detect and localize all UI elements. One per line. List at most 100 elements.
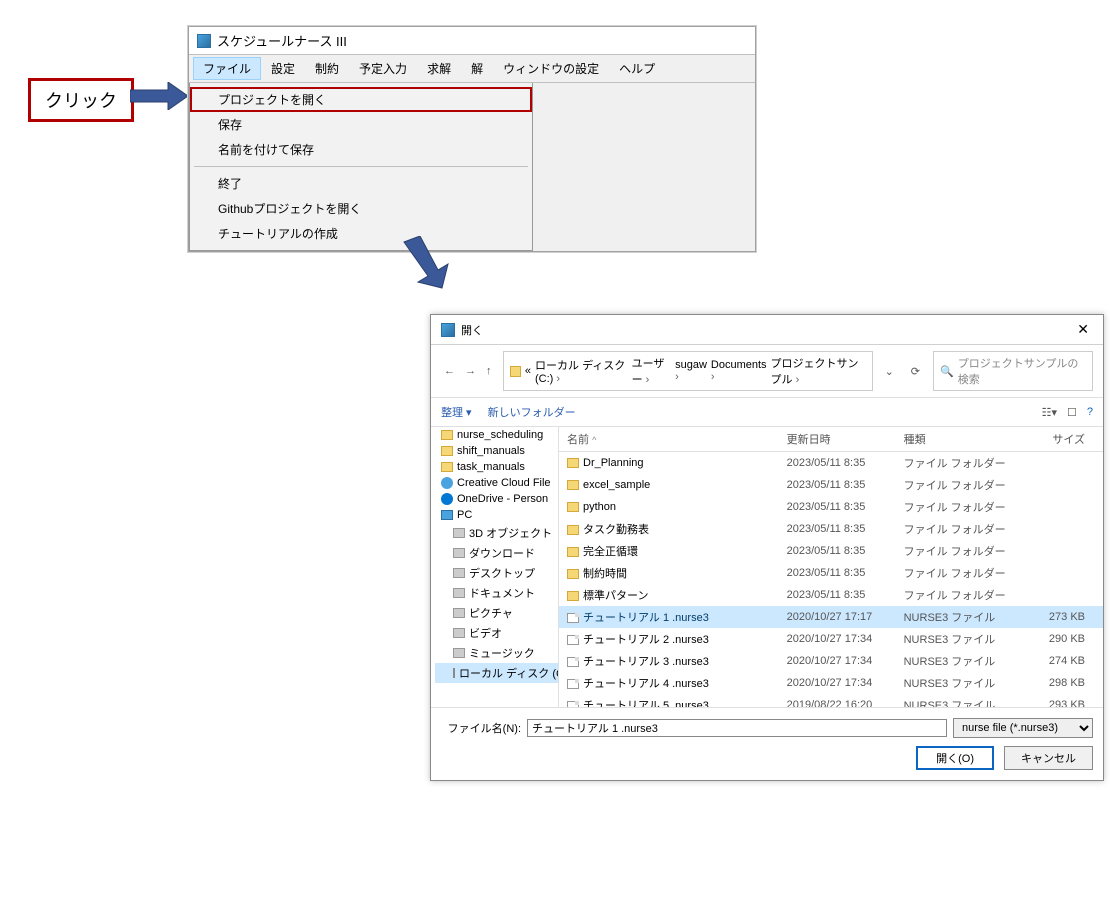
file-row[interactable]: python2023/05/11 8:35ファイル フォルダー <box>559 496 1103 518</box>
file-row[interactable]: タスク勤務表2023/05/11 8:35ファイル フォルダー <box>559 518 1103 540</box>
file-row[interactable]: 制約時間2023/05/11 8:35ファイル フォルダー <box>559 562 1103 584</box>
generic-icon <box>453 648 465 658</box>
col-size[interactable]: サイズ <box>1032 427 1104 452</box>
file-open-dialog: 開く ✕ ← → ↑ « ローカル ディスク (C:) ユーザー sugaw D… <box>430 314 1104 781</box>
sidebar-item-label: PC <box>457 509 472 521</box>
sidebar-item[interactable]: OneDrive - Person <box>435 491 558 507</box>
file-row[interactable]: excel_sample2023/05/11 8:35ファイル フォルダー <box>559 474 1103 496</box>
dialog-icon <box>441 323 455 337</box>
menu-exit[interactable]: 終了 <box>190 171 532 196</box>
app-title: スケジュールナース III <box>217 31 347 50</box>
menu-save[interactable]: 保存 <box>190 112 532 137</box>
folder-icon <box>567 591 579 601</box>
file-row[interactable]: チュートリアル 4 .nurse32020/10/27 17:34NURSE3 … <box>559 672 1103 694</box>
menu-save-as[interactable]: 名前を付けて保存 <box>190 137 532 162</box>
breadcrumb-item[interactable]: Documents <box>711 359 767 383</box>
col-type[interactable]: 種類 <box>896 427 1032 452</box>
menu-solution[interactable]: 解 <box>461 57 493 80</box>
filetype-select[interactable]: nurse file (*.nurse3) <box>953 718 1093 738</box>
sidebar-item[interactable]: ビデオ <box>435 623 558 643</box>
generic-icon <box>453 528 465 538</box>
dialog-footer: ファイル名(N): nurse file (*.nurse3) 開く(O) キャ… <box>431 707 1103 780</box>
breadcrumb-item[interactable]: プロジェクトサンプル <box>771 355 862 387</box>
sidebar-item[interactable]: ローカル ディスク (C <box>435 663 558 683</box>
close-icon[interactable]: ✕ <box>1077 321 1093 338</box>
sidebar-item[interactable]: 3D オブジェクト <box>435 523 558 543</box>
sidebar-item-label: ドキュメント <box>469 585 535 601</box>
menu-create-tutorial[interactable]: チュートリアルの作成 <box>190 221 532 246</box>
arrow-icon-2 <box>398 236 452 290</box>
file-list: 名前 ^ 更新日時 種類 サイズ Dr_Planning2023/05/11 8… <box>559 427 1103 707</box>
sidebar-item[interactable]: Creative Cloud File <box>435 475 558 491</box>
menu-schedule[interactable]: 予定入力 <box>349 57 417 80</box>
folder-icon <box>567 547 579 557</box>
titlebar: スケジュールナース III <box>189 27 755 55</box>
file-row[interactable]: チュートリアル 5 .nurse32019/08/22 16:20NURSE3 … <box>559 694 1103 707</box>
new-folder-button[interactable]: 新しいフォルダー <box>488 404 576 420</box>
sidebar-item[interactable]: ドキュメント <box>435 583 558 603</box>
file-row[interactable]: チュートリアル 3 .nurse32020/10/27 17:34NURSE3 … <box>559 650 1103 672</box>
file-row[interactable]: チュートリアル 1 .nurse32020/10/27 17:17NURSE3 … <box>559 606 1103 628</box>
chevron-down-icon[interactable]: ⌄ <box>881 365 898 378</box>
menu-open-github[interactable]: Githubプロジェクトを開く <box>190 196 532 221</box>
menu-solve[interactable]: 求解 <box>417 57 461 80</box>
sidebar-item-label: ミュージック <box>469 645 535 661</box>
menu-help[interactable]: ヘルプ <box>609 57 665 80</box>
search-input[interactable]: 🔍 プロジェクトサンプルの検索 <box>933 351 1093 391</box>
sidebar-item-label: task_manuals <box>457 461 525 473</box>
folder-icon <box>441 462 453 472</box>
sidebar-item-label: ピクチャ <box>469 605 513 621</box>
generic-icon <box>453 608 465 618</box>
search-placeholder: プロジェクトサンプルの検索 <box>958 355 1086 387</box>
preview-pane-icon[interactable]: ☐ <box>1067 406 1077 419</box>
file-row[interactable]: Dr_Planning2023/05/11 8:35ファイル フォルダー <box>559 452 1103 475</box>
sidebar-item[interactable]: デスクトップ <box>435 563 558 583</box>
col-date[interactable]: 更新日時 <box>779 427 896 452</box>
sidebar-item-label: ビデオ <box>469 625 502 641</box>
sidebar-item[interactable]: ミュージック <box>435 643 558 663</box>
sidebar-item[interactable]: ダウンロード <box>435 543 558 563</box>
file-row[interactable]: 標準パターン2023/05/11 8:35ファイル フォルダー <box>559 584 1103 606</box>
sidebar-item[interactable]: ピクチャ <box>435 603 558 623</box>
sidebar-item-label: 3D オブジェクト <box>469 525 552 541</box>
file-row[interactable]: 完全正循環2023/05/11 8:35ファイル フォルダー <box>559 540 1103 562</box>
folder-icon <box>441 430 453 440</box>
menu-settings[interactable]: 設定 <box>261 57 305 80</box>
nav-back-icon[interactable]: ← <box>441 365 458 377</box>
folder-icon <box>441 446 453 456</box>
breadcrumb-item[interactable]: ローカル ディスク (C:) <box>535 357 628 385</box>
dialog-titlebar: 開く ✕ <box>431 315 1103 345</box>
filename-input[interactable] <box>527 719 947 737</box>
sidebar-item[interactable]: task_manuals <box>435 459 558 475</box>
sidebar-item[interactable]: PC <box>435 507 558 523</box>
breadcrumb-item[interactable]: sugaw <box>675 359 707 383</box>
nav-sidebar: nurse_schedulingshift_manuals task_manual… <box>431 427 559 707</box>
generic-icon <box>453 548 465 558</box>
onedrive-icon <box>441 493 453 505</box>
open-button[interactable]: 開く(O) <box>916 746 994 770</box>
menu-open-project[interactable]: プロジェクトを開く <box>190 87 532 112</box>
nav-up-icon[interactable]: ↑ <box>483 365 495 377</box>
disk-icon <box>453 668 455 678</box>
filename-label: ファイル名(N): <box>441 720 521 736</box>
nav-forward-icon[interactable]: → <box>462 365 479 377</box>
file-row[interactable]: チュートリアル 2 .nurse32020/10/27 17:34NURSE3 … <box>559 628 1103 650</box>
folder-icon <box>567 569 579 579</box>
refresh-icon[interactable]: ⟳ <box>906 365 925 378</box>
breadcrumb[interactable]: « ローカル ディスク (C:) ユーザー sugaw Documents プロ… <box>503 351 873 391</box>
menu-window[interactable]: ウィンドウの設定 <box>493 57 609 80</box>
folder-icon <box>567 525 579 535</box>
generic-icon <box>453 568 465 578</box>
col-name[interactable]: 名前 ^ <box>559 427 779 452</box>
sidebar-item[interactable]: shift_manuals <box>435 443 558 459</box>
view-options-icon[interactable]: ☷▾ <box>1042 406 1057 419</box>
breadcrumb-item[interactable]: ユーザー <box>632 355 672 387</box>
sidebar-item[interactable]: nurse_scheduling <box>435 427 558 443</box>
address-bar: ← → ↑ « ローカル ディスク (C:) ユーザー sugaw Docume… <box>431 345 1103 398</box>
help-icon[interactable]: ? <box>1087 406 1093 419</box>
cancel-button[interactable]: キャンセル <box>1004 746 1093 770</box>
menu-constraint[interactable]: 制約 <box>305 57 349 80</box>
organize-button[interactable]: 整理 ▾ <box>441 404 472 420</box>
menu-file[interactable]: ファイル <box>193 57 261 80</box>
arrow-icon-1 <box>130 82 190 110</box>
